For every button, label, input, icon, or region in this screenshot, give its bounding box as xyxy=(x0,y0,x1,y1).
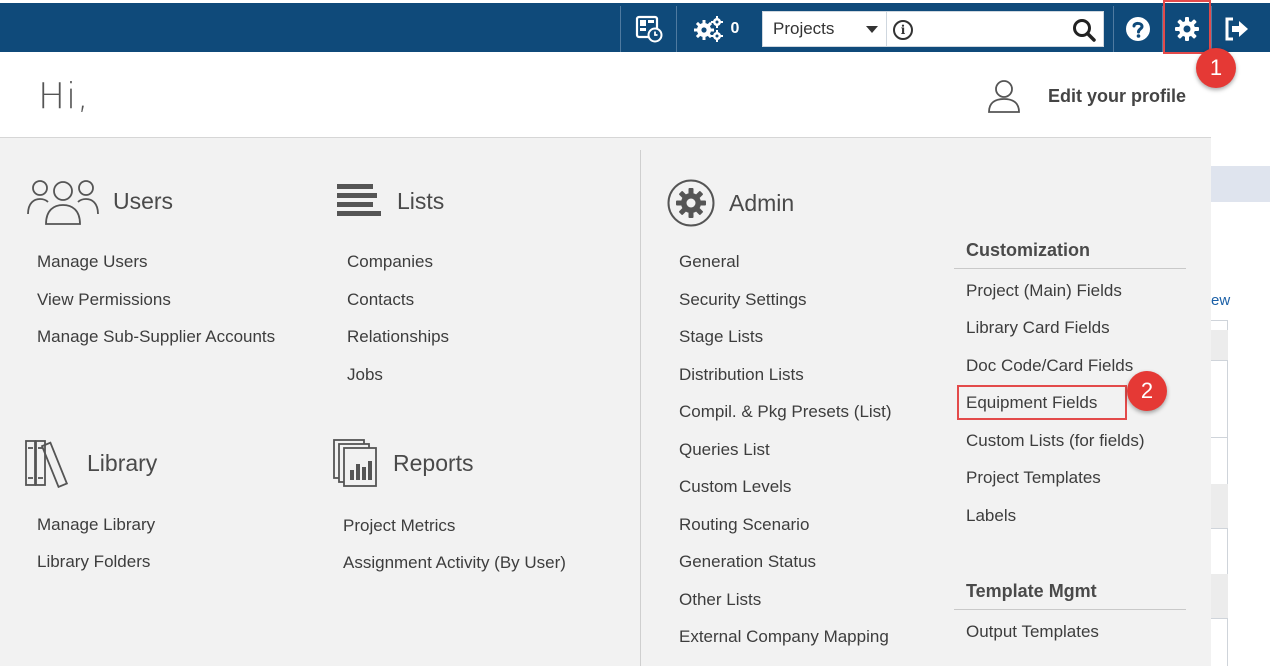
lists-section-header: Lists xyxy=(337,182,444,220)
search-bar: Projects i xyxy=(762,11,1104,47)
separator xyxy=(620,6,621,52)
settings-highlight-box xyxy=(1163,0,1211,54)
relationships-link[interactable]: Relationships xyxy=(347,327,449,347)
jobs-count-badge: 0 xyxy=(730,20,740,37)
distribution-lists-link[interactable]: Distribution Lists xyxy=(679,365,804,385)
background-jobs-button[interactable]: 0 xyxy=(678,6,754,52)
user-icon xyxy=(988,80,1020,113)
library-section-title: Library xyxy=(87,449,158,476)
manage-sub-supplier-accounts-link[interactable]: Manage Sub-Supplier Accounts xyxy=(37,327,275,347)
project-templates-link[interactable]: Project Templates xyxy=(966,468,1101,488)
custom-levels-link[interactable]: Custom Levels xyxy=(679,477,791,497)
help-icon xyxy=(1126,17,1150,41)
info-icon[interactable]: i xyxy=(893,20,913,40)
list-icon xyxy=(337,184,381,216)
greeting-header: Hi, Edit your profile xyxy=(0,52,1211,138)
books-icon xyxy=(25,440,69,488)
lists-section-title: Lists xyxy=(397,187,445,214)
routing-scenario-link[interactable]: Routing Scenario xyxy=(679,515,809,535)
customization-divider xyxy=(954,268,1186,269)
settings-dropdown-panel: Hi, Edit your profile Users Manage Users… xyxy=(0,52,1211,666)
table-row xyxy=(1211,330,1228,360)
compil-pkg-presets-link[interactable]: Compil. & Pkg Presets (List) xyxy=(679,402,892,422)
template-mgmt-heading: Template Mgmt xyxy=(966,581,1097,601)
admin-general-link[interactable]: General xyxy=(679,252,739,272)
reports-icon xyxy=(333,439,377,487)
library-section-header: Library xyxy=(24,438,157,488)
edit-profile-link[interactable]: Edit your profile xyxy=(986,78,1186,114)
doc-code-card-fields-link[interactable]: Doc Code/Card Fields xyxy=(966,356,1133,376)
table-row-line xyxy=(1211,360,1228,361)
library-card-fields-link[interactable]: Library Card Fields xyxy=(966,318,1110,338)
step-1-callout: 1 xyxy=(1196,48,1236,88)
labels-link[interactable]: Labels xyxy=(966,506,1016,526)
manage-users-link[interactable]: Manage Users xyxy=(37,252,148,272)
caret-down-icon xyxy=(866,26,878,33)
library-folders-link[interactable]: Library Folders xyxy=(37,552,150,572)
stage-lists-link[interactable]: Stage Lists xyxy=(679,327,763,347)
table-row-line xyxy=(1211,320,1228,321)
search-icon[interactable] xyxy=(1071,17,1097,43)
project-main-fields-link[interactable]: Project (Main) Fields xyxy=(966,281,1122,301)
background-link[interactable]: ew xyxy=(1211,292,1230,309)
companies-link[interactable]: Companies xyxy=(347,252,433,272)
view-permissions-link[interactable]: View Permissions xyxy=(37,290,171,310)
template-mgmt-divider xyxy=(954,609,1186,610)
assignment-activity-link[interactable]: Assignment Activity (By User) xyxy=(343,553,566,573)
help-button[interactable] xyxy=(1114,6,1162,52)
table-row-line xyxy=(1211,437,1228,438)
generation-status-link[interactable]: Generation Status xyxy=(679,552,816,572)
logout-button[interactable] xyxy=(1212,6,1262,52)
project-metrics-link[interactable]: Project Metrics xyxy=(343,516,455,536)
customization-heading: Customization xyxy=(966,240,1090,260)
admin-gear-icon xyxy=(667,179,715,227)
jobs-link[interactable]: Jobs xyxy=(347,365,383,385)
table-row xyxy=(1211,484,1228,528)
users-section-title: Users xyxy=(113,187,174,214)
admin-section-title: Admin xyxy=(729,189,795,216)
reports-section-title: Reports xyxy=(393,449,474,476)
cogs-icon xyxy=(693,16,723,42)
users-section-header: Users xyxy=(26,176,173,226)
other-lists-link[interactable]: Other Lists xyxy=(679,590,761,610)
contacts-link[interactable]: Contacts xyxy=(347,290,414,310)
dashboard-schedule-button[interactable] xyxy=(622,6,676,52)
equipment-fields-highlight-box xyxy=(957,385,1127,420)
background-header-band xyxy=(1211,166,1270,202)
step-2-callout: 2 xyxy=(1127,371,1167,411)
search-scope-value: Projects xyxy=(773,19,835,38)
column-divider xyxy=(640,150,641,666)
greeting-text: Hi, xyxy=(38,76,90,117)
search-field: i xyxy=(887,12,1103,46)
dashboard-clock-icon xyxy=(635,15,663,43)
custom-lists-link[interactable]: Custom Lists (for fields) xyxy=(966,431,1145,451)
security-settings-link[interactable]: Security Settings xyxy=(679,290,807,310)
admin-section-header: Admin xyxy=(667,179,794,227)
users-icon xyxy=(27,180,99,225)
table-row-line xyxy=(1211,528,1228,529)
table-row xyxy=(1211,574,1228,618)
queries-list-link[interactable]: Queries List xyxy=(679,440,770,460)
top-navigation-bar: 0 Projects i xyxy=(0,0,1270,52)
search-scope-select[interactable]: Projects xyxy=(763,12,887,46)
external-company-mapping-link[interactable]: External Company Mapping xyxy=(679,627,889,647)
output-templates-link[interactable]: Output Templates xyxy=(966,622,1099,642)
sign-out-icon xyxy=(1225,17,1248,41)
reports-section-header: Reports xyxy=(332,438,474,488)
separator xyxy=(676,6,677,52)
table-row-line xyxy=(1211,618,1228,619)
edit-profile-label: Edit your profile xyxy=(1048,85,1187,106)
manage-library-link[interactable]: Manage Library xyxy=(37,515,155,535)
